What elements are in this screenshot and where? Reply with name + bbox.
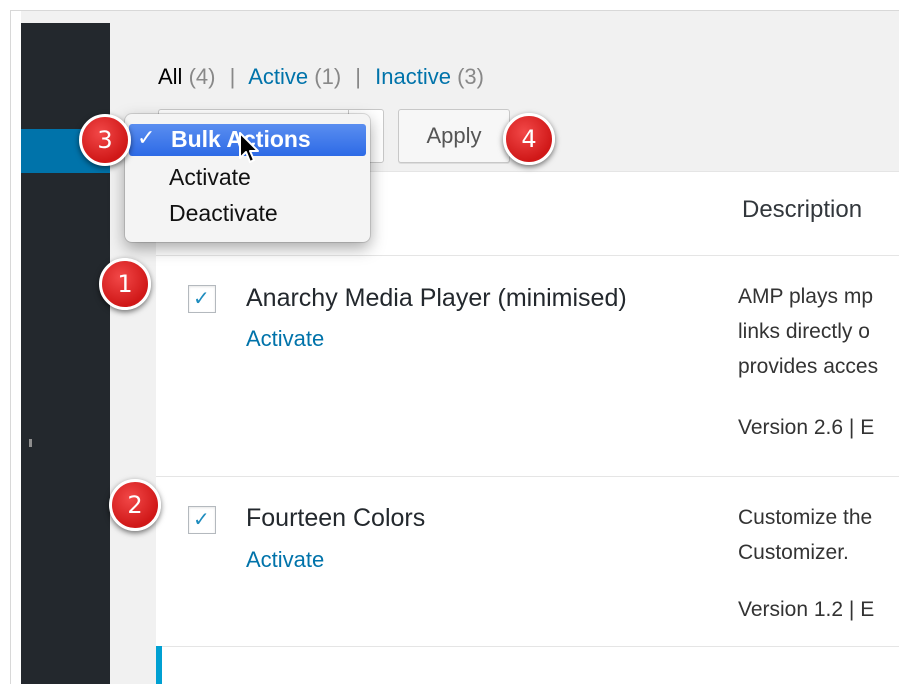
plugin-version: Version 1.2 | E [738, 598, 875, 621]
plugin-checkbox[interactable]: ✓ [188, 506, 216, 534]
apply-button[interactable]: Apply [398, 109, 510, 163]
filter-all-label[interactable]: All [158, 64, 182, 89]
description-column-header[interactable]: Description [742, 196, 862, 224]
filter-active-link[interactable]: Active [248, 64, 308, 89]
row-divider [156, 646, 899, 647]
active-plugin-indicator [156, 646, 162, 684]
activate-link[interactable]: Activate [246, 326, 324, 352]
plugins-content: All (4) | Active (1) | Inactive (3) Appl… [110, 11, 899, 684]
check-icon: ✓ [137, 125, 156, 150]
plugin-checkbox[interactable]: ✓ [188, 285, 216, 313]
row-divider [156, 476, 899, 477]
menu-item-activate[interactable]: Activate [169, 164, 251, 191]
sidebar-edge-marker [29, 439, 32, 447]
filter-active-count: (1) [314, 64, 342, 89]
plugin-description-line: AMP plays mp [738, 285, 873, 308]
filter-inactive-link[interactable]: Inactive [375, 64, 451, 89]
plugin-description-line: Customize the [738, 506, 873, 529]
checkmark-icon: ✓ [193, 509, 210, 531]
checkmark-icon: ✓ [193, 288, 210, 310]
plugin-name: Fourteen Colors [246, 504, 426, 532]
plugin-description-line: provides acces [738, 355, 879, 378]
plugin-name: Anarchy Media Player (minimised) [246, 284, 627, 312]
menu-item-deactivate[interactable]: Deactivate [169, 200, 278, 227]
header-divider [156, 255, 899, 256]
filter-separator: | [355, 64, 361, 89]
mouse-pointer-icon [239, 132, 259, 163]
plugin-description-line: links directly o [738, 320, 870, 343]
screenshot-frame: All (4) | Active (1) | Inactive (3) Appl… [10, 10, 899, 684]
step-badge-1: 1 [99, 258, 151, 310]
step-badge-3: 3 [79, 114, 131, 166]
filter-all-count: (4) [188, 64, 216, 89]
plugin-description-line: Customizer. [738, 541, 849, 564]
step-badge-4: 4 [503, 113, 555, 165]
filter-separator: | [229, 64, 236, 89]
plugin-status-filters: All (4) | Active (1) | Inactive (3) [158, 63, 484, 91]
left-margin [11, 11, 21, 684]
plugin-version: Version 2.6 | E [738, 416, 875, 439]
plugins-table: Description ✓ Anarchy Media Player (mini… [156, 171, 899, 684]
activate-link[interactable]: Activate [246, 547, 324, 573]
step-badge-2: 2 [109, 479, 161, 531]
filter-inactive-count: (3) [457, 64, 484, 89]
